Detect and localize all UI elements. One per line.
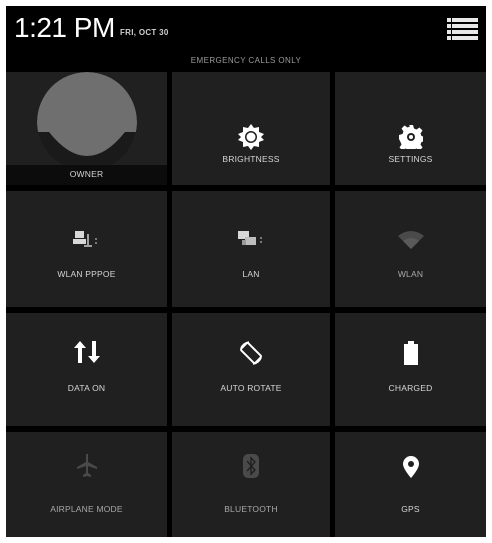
auto-rotate-icon — [240, 341, 262, 365]
tile-label: GPS — [401, 504, 420, 514]
location-pin-icon — [402, 456, 419, 478]
tile-label: BLUETOOTH — [224, 504, 278, 514]
lan-icon — [238, 231, 262, 245]
battery-icon — [403, 341, 418, 365]
tile-brightness[interactable]: BRIGHTNESS — [172, 72, 330, 185]
airplane-icon — [76, 454, 97, 477]
wlan-pppoe-icon — [72, 231, 97, 247]
emergency-calls-notice: EMERGENCY CALLS ONLY — [190, 56, 302, 65]
quick-settings-panel: 1:21 PM FRI, OCT 30 EMERGENCY CALLS ONLY… — [6, 6, 486, 537]
tile-label: AUTO ROTATE — [220, 383, 282, 393]
tile-airplane-mode[interactable]: AIRPLANE MODE — [6, 432, 167, 537]
tile-bluetooth[interactable]: BLUETOOTH — [172, 432, 330, 537]
tile-auto-rotate[interactable]: AUTO ROTATE — [172, 313, 330, 426]
tile-wlan-pppoe[interactable]: WLAN PPPOE — [6, 191, 167, 307]
tile-gps[interactable]: GPS — [335, 432, 486, 537]
data-arrows-icon — [73, 341, 100, 363]
settings-icon — [398, 125, 423, 149]
tile-label: WLAN PPPOE — [57, 269, 116, 279]
tile-wlan[interactable]: WLAN — [335, 191, 486, 307]
tile-settings[interactable]: SETTINGS — [335, 72, 486, 185]
status-header: 1:21 PM FRI, OCT 30 — [6, 6, 486, 50]
clock-time: 1:21 PM — [14, 12, 115, 43]
tile-label: AIRPLANE MODE — [50, 504, 123, 514]
tile-label: CHARGED — [388, 383, 433, 393]
tile-charged[interactable]: CHARGED — [335, 313, 486, 426]
tile-label: LAN — [242, 269, 260, 279]
avatar-icon — [36, 72, 137, 168]
tile-label: SETTINGS — [388, 154, 433, 164]
tile-data-on[interactable]: DATA ON — [6, 313, 167, 426]
tile-label: WLAN — [397, 269, 424, 279]
tile-label: DATA ON — [67, 383, 106, 393]
wifi-icon — [397, 231, 424, 249]
tile-label: BRIGHTNESS — [222, 154, 280, 164]
clock-date: FRI, OCT 30 — [120, 28, 169, 37]
tile-lan[interactable]: LAN — [172, 191, 330, 307]
brightness-icon — [238, 124, 264, 150]
bluetooth-icon — [243, 454, 259, 478]
tile-owner[interactable]: OWNER — [6, 72, 167, 185]
menu-icon[interactable] — [447, 18, 478, 40]
tile-label: OWNER — [69, 169, 104, 179]
